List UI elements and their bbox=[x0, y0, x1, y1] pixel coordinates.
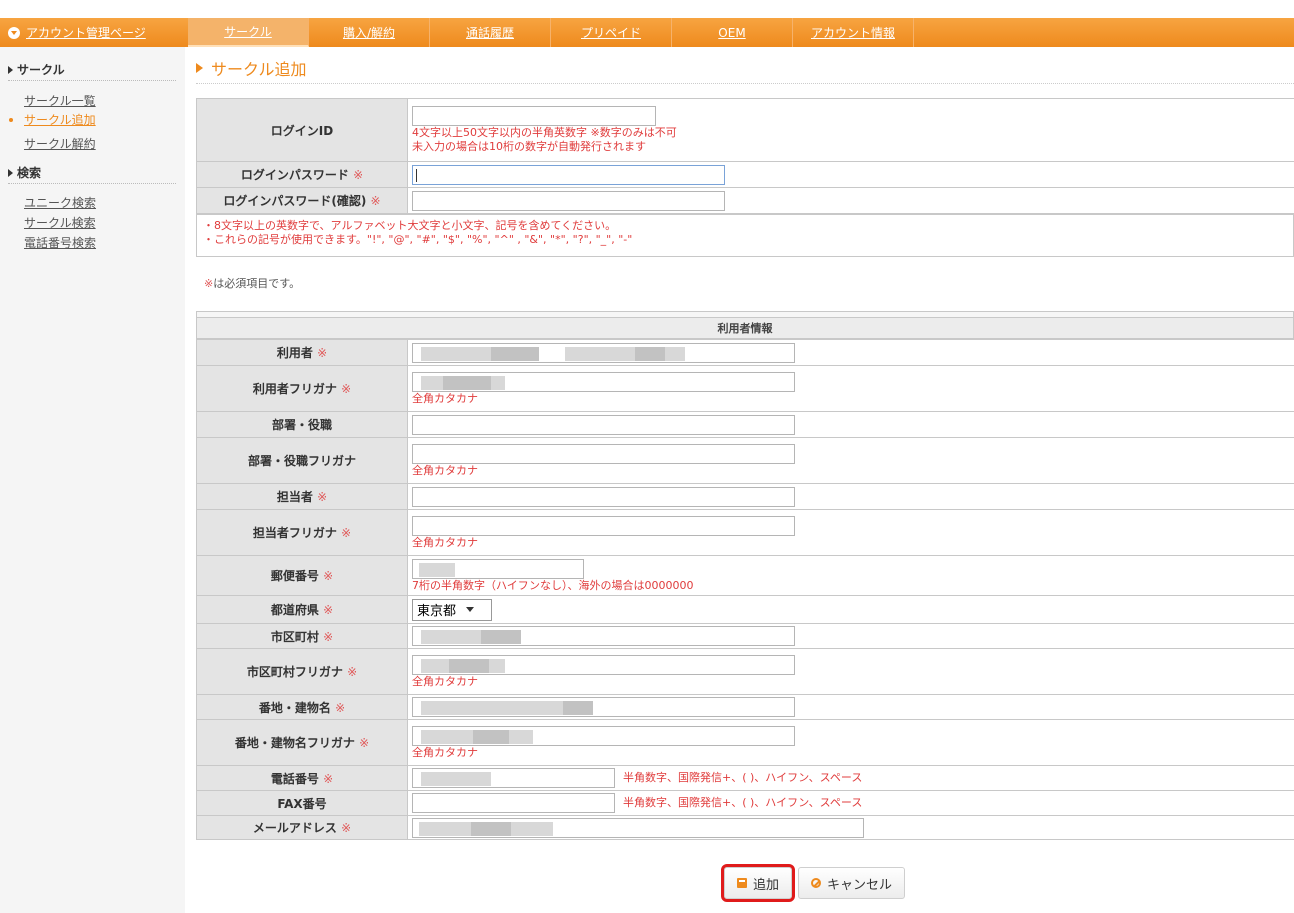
phone-input[interactable] bbox=[412, 768, 615, 788]
divider bbox=[8, 80, 176, 81]
sidebar: サークル サークル一覧 サークル追加 サークル解約 検索 ユニーク検索 サークル… bbox=[0, 47, 185, 913]
password-confirm-input[interactable] bbox=[412, 190, 725, 211]
tab-account-info[interactable]: アカウント情報 bbox=[793, 18, 914, 47]
postal-input[interactable] bbox=[412, 558, 584, 579]
fax-input[interactable] bbox=[412, 793, 615, 813]
section-heading: 利用者情報 bbox=[196, 311, 1294, 339]
add-button[interactable]: 追加 bbox=[720, 864, 796, 902]
password-label: ログインパスワード ※ bbox=[196, 161, 408, 188]
password-input[interactable] bbox=[412, 164, 725, 185]
page-title-text: サークル追加 bbox=[211, 60, 307, 79]
top-navigation: アカウント管理ページ サークル 購入/解約 通話履歴 プリペイド OEM アカウ… bbox=[0, 0, 1294, 47]
page-title: サークル追加 bbox=[196, 56, 307, 80]
address-label: 番地・建物名 ※ bbox=[196, 694, 408, 720]
prefecture-label: 都道府県 ※ bbox=[196, 595, 408, 624]
contact-kana-input[interactable] bbox=[412, 515, 795, 536]
bullet-icon bbox=[9, 118, 13, 122]
triangle-right-icon bbox=[8, 65, 13, 74]
city-input[interactable] bbox=[412, 626, 795, 646]
tab-circle[interactable]: サークル bbox=[188, 18, 309, 47]
user-info-form: 利用者 ※ 利用者フリガナ ※ 全角カタカナ 部署・役職 部署・役職フリガナ 全… bbox=[196, 339, 1294, 840]
dept-label: 部署・役職 bbox=[196, 411, 408, 438]
password-confirm-label: ログインパスワード(確認) ※ bbox=[196, 187, 408, 214]
login-form: ログインID 4文字以上50文字以内の半角英数字 ※数字のみは不可 未入力の場合… bbox=[196, 98, 1294, 214]
sidebar-heading-search: 検索 bbox=[8, 164, 41, 181]
address-kana-label: 番地・建物名フリガナ ※ bbox=[196, 719, 408, 766]
cancel-icon bbox=[811, 878, 822, 888]
sidebar-heading-circle: サークル bbox=[8, 61, 65, 78]
password-rules: ・8文字以上の英数字で、アルファベット大文字と小文字、記号を含めてください。 ・… bbox=[196, 214, 1294, 257]
sidebar-item-circle-search[interactable]: サークル検索 bbox=[24, 214, 96, 231]
city-kana-input[interactable] bbox=[412, 654, 795, 675]
brand[interactable]: アカウント管理ページ bbox=[8, 18, 146, 47]
account-management-link[interactable]: アカウント管理ページ bbox=[26, 24, 146, 41]
required-note: ※は必須項目です。 bbox=[204, 277, 301, 290]
sidebar-item-circle-list[interactable]: サークル一覧 bbox=[24, 92, 96, 109]
user-kana-label: 利用者フリガナ ※ bbox=[196, 365, 408, 412]
login-id-input[interactable] bbox=[412, 106, 656, 126]
cancel-button[interactable]: キャンセル bbox=[798, 867, 906, 899]
contact-kana-label: 担当者フリガナ ※ bbox=[196, 509, 408, 556]
divider bbox=[196, 83, 1294, 84]
sidebar-item-unique-search[interactable]: ユニーク検索 bbox=[24, 194, 96, 211]
fax-label: FAX番号 bbox=[196, 790, 408, 816]
user-label: 利用者 ※ bbox=[196, 339, 408, 366]
city-label: 市区町村 ※ bbox=[196, 623, 408, 649]
phone-label: 電話番号 ※ bbox=[196, 765, 408, 791]
city-kana-label: 市区町村フリガナ ※ bbox=[196, 648, 408, 695]
login-id-note-auto: 未入力の場合は10桁の数字が自動発行されます bbox=[412, 140, 646, 153]
email-input[interactable] bbox=[412, 817, 864, 838]
sidebar-item-phone-search[interactable]: 電話番号検索 bbox=[24, 234, 96, 251]
nav-tabs: サークル 購入/解約 通話履歴 プリペイド OEM アカウント情報 bbox=[188, 18, 914, 47]
address-input[interactable] bbox=[412, 697, 795, 717]
sidebar-item-circle-add[interactable]: サークル追加 bbox=[24, 111, 96, 128]
email-label: メールアドレス ※ bbox=[196, 815, 408, 840]
user-input[interactable] bbox=[412, 342, 795, 363]
address-kana-input[interactable] bbox=[412, 725, 795, 746]
contact-input[interactable] bbox=[412, 486, 795, 507]
postal-label: 郵便番号 ※ bbox=[196, 555, 408, 596]
login-id-note: 4文字以上50文字以内の半角英数字 ※数字のみは不可 bbox=[412, 126, 677, 139]
tab-prepaid[interactable]: プリペイド bbox=[551, 18, 672, 47]
triangle-right-icon bbox=[196, 63, 203, 73]
user-kana-input[interactable] bbox=[412, 371, 795, 392]
dept-input[interactable] bbox=[412, 414, 795, 435]
divider bbox=[8, 183, 176, 184]
nav-bar: アカウント管理ページ サークル 購入/解約 通話履歴 プリペイド OEM アカウ… bbox=[0, 18, 1294, 47]
chevron-down-icon bbox=[466, 607, 475, 612]
prefecture-select[interactable]: 東京都 bbox=[412, 598, 492, 621]
chevron-down-icon bbox=[8, 26, 20, 39]
triangle-right-icon bbox=[8, 168, 13, 177]
sidebar-heading-label: サークル bbox=[17, 63, 65, 77]
form-actions: 追加 キャンセル bbox=[720, 864, 906, 902]
login-id-label: ログインID bbox=[196, 98, 408, 162]
dept-kana-input[interactable] bbox=[412, 443, 795, 464]
sidebar-item-circle-cancel[interactable]: サークル解約 bbox=[24, 135, 96, 152]
sidebar-heading-label: 検索 bbox=[17, 166, 42, 180]
save-icon bbox=[737, 878, 747, 888]
tab-oem[interactable]: OEM bbox=[672, 18, 793, 47]
dept-kana-label: 部署・役職フリガナ bbox=[196, 437, 408, 484]
contact-label: 担当者 ※ bbox=[196, 483, 408, 510]
tab-purchase[interactable]: 購入/解約 bbox=[309, 18, 430, 47]
tab-call-history[interactable]: 通話履歴 bbox=[430, 18, 551, 47]
